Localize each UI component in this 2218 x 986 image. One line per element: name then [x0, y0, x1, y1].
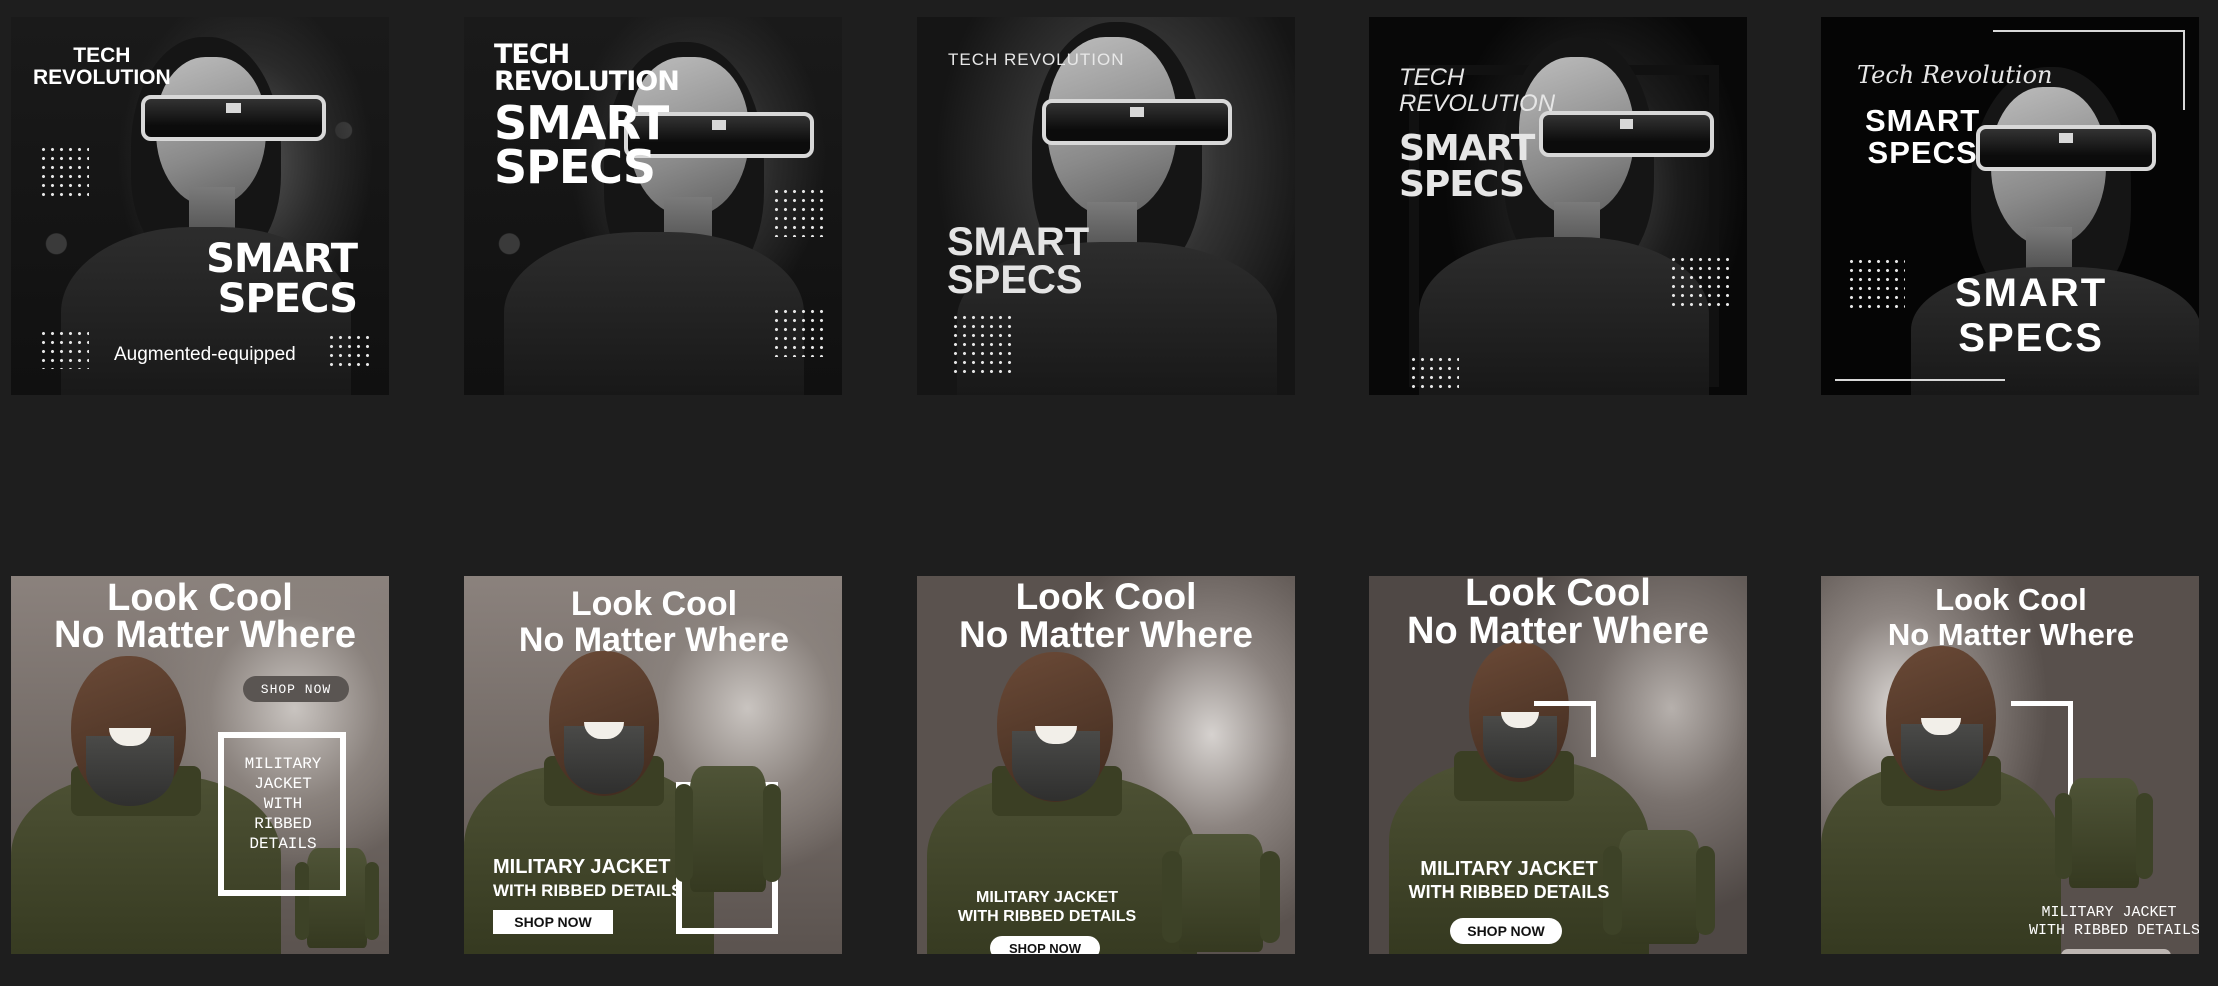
product-line-2: WITH RIBBED DETAILS: [957, 908, 1137, 925]
headline-line-1: SMART: [1865, 103, 1981, 138]
eyebrow-line-1: TECH: [494, 39, 570, 70]
product-word: WITH: [263, 795, 303, 813]
product-word: JACKET: [254, 775, 312, 793]
dot-pattern: [1847, 257, 1905, 311]
eyebrow-line-2: REVOLUTION: [33, 66, 171, 89]
dot-pattern: [1409, 355, 1459, 389]
dot-pattern: [327, 333, 369, 367]
product-line-1: MILITARY JACKET: [1420, 858, 1598, 880]
product-line-2: WITH RIBBED DETAILS: [1408, 882, 1610, 902]
tagline: Augmented-equipped: [114, 344, 296, 365]
product-line-1: MILITARY JACKET: [976, 889, 1118, 906]
dot-pattern: [39, 145, 89, 201]
product-line-1: MILITARY JACKET: [2041, 904, 2177, 921]
shop-now-button[interactable]: SHOP NOW: [243, 676, 349, 702]
eyebrow: TECH REVOLUTION: [494, 39, 680, 97]
product-description: MILITARY JACKET WITH RIBBED DETAILS: [1399, 858, 1619, 904]
headline: Look Cool No Matter Where: [29, 577, 371, 656]
headline: Look Cool No Matter Where: [1385, 576, 1731, 650]
headline-bottom: SMART SPECS: [1955, 271, 2107, 361]
headline-line-2: No Matter Where: [959, 614, 1253, 655]
product-description: MILITARY JACKET WITH RIBBED DETAILS: [2029, 904, 2199, 940]
fashion-card-3[interactable]: Look Cool No Matter Where MILITARY JACKE…: [917, 576, 1295, 954]
shop-now-button[interactable]: SHOP NOW: [1450, 918, 1562, 944]
decorative-line: [1835, 379, 2005, 381]
shop-now-button[interactable]: [2061, 949, 2171, 954]
headline-line-1: SMART: [947, 220, 1090, 264]
dot-pattern: [951, 313, 1013, 373]
headline-line-2: SPECS: [217, 276, 358, 322]
headline-line-2: SPECS: [1958, 316, 2104, 360]
product-line-1: MILITARY JACKET: [493, 856, 671, 878]
dot-pattern: [772, 307, 824, 357]
smart-glasses-icon: [141, 95, 326, 141]
headline-line-1: Look Cool: [1015, 576, 1197, 617]
decorative-frame: [1534, 701, 1596, 757]
headline-line-2: SPECS: [494, 140, 656, 194]
tech-card-1[interactable]: TECH REVOLUTION SMART SPECS Augmented-eq…: [11, 17, 389, 395]
headline-line-1: Look Cool: [107, 577, 293, 619]
product-word: DETAILS: [249, 835, 317, 853]
tech-card-3[interactable]: TECH REVOLUTION SMART SPECS: [917, 17, 1295, 395]
jacket-product-image: [2055, 778, 2153, 888]
smart-glasses-icon: [1042, 99, 1232, 145]
headline-line-1: SMART: [206, 236, 358, 282]
smart-glasses-icon: [1976, 125, 2156, 171]
tech-card-5[interactable]: Tech Revolution SMART SPECS SMART SPECS: [1821, 17, 2199, 395]
fashion-card-2[interactable]: Look Cool No Matter Where MILITARY JACKE…: [464, 576, 842, 954]
headline-line-2: SPECS: [947, 258, 1083, 302]
product-line-2: WITH RIBBED DETAILS: [493, 881, 683, 900]
headline: SMART SPECS: [206, 236, 358, 322]
headline-line-2: SPECS: [1867, 135, 1978, 170]
product-line-2: WITH RIBBED DETAILS: [2029, 922, 2199, 939]
eyebrow-line-1: TECH: [1399, 64, 1465, 91]
eyebrow-line-2: REVOLUTION: [1399, 90, 1556, 117]
headline-line-1: Look Cool: [1935, 582, 2087, 617]
headline: Look Cool No Matter Where: [1861, 582, 2161, 652]
headline-line-2: No Matter Where: [54, 614, 356, 656]
tech-card-2[interactable]: TECH REVOLUTION SMART SPECS: [464, 17, 842, 395]
product-description: MILITARY JACKET WITH RIBBED DETAILS: [493, 856, 683, 902]
headline-line-1: SMART: [494, 96, 669, 150]
jacket-product-image: [1603, 830, 1715, 944]
dot-pattern: [39, 329, 89, 369]
eyebrow: TECH REVOLUTION: [33, 45, 171, 89]
fashion-card-1[interactable]: Look Cool No Matter Where SHOP NOW MILIT…: [11, 576, 389, 954]
headline-line-1: Look Cool: [1465, 576, 1651, 614]
headline: SMART SPECS: [1399, 128, 1535, 205]
dot-pattern: [1669, 255, 1729, 307]
shop-now-button[interactable]: SHOP NOW: [990, 936, 1100, 954]
jacket-product-image: [1162, 834, 1280, 952]
eyebrow: TECH REVOLUTION: [948, 50, 1125, 69]
headline-line-1: SMART: [1955, 271, 2108, 315]
eyebrow: TECH REVOLUTION: [1399, 65, 1555, 117]
eyebrow-line-2: REVOLUTION: [494, 66, 680, 97]
headline-line-2: No Matter Where: [1887, 617, 2135, 652]
headline-line-2: No Matter Where: [518, 621, 790, 659]
product-word: MILITARY: [244, 755, 322, 773]
tech-card-4[interactable]: TECH REVOLUTION SMART SPECS: [1369, 17, 1747, 395]
jacket-product-image: [674, 766, 782, 892]
script-eyebrow: Tech Revolution: [1857, 61, 2053, 89]
shop-now-button[interactable]: SHOP NOW: [493, 910, 613, 934]
headline-line-1: Look Cool: [570, 585, 738, 623]
headline: SMART SPECS: [947, 220, 1090, 302]
smart-glasses-icon: [1539, 111, 1714, 157]
fashion-card-5[interactable]: Look Cool No Matter Where MILITARY JACKE…: [1821, 576, 2199, 954]
headline-line-1: SMART: [1399, 128, 1535, 169]
headline-line-2: SPECS: [1399, 164, 1525, 205]
headline: SMART SPECS: [494, 96, 669, 194]
headline-line-2: No Matter Where: [1407, 610, 1709, 652]
headline: Look Cool No Matter Where: [484, 586, 824, 658]
headline-top: SMART SPECS: [1865, 105, 1980, 169]
eyebrow-line-1: TECH: [73, 44, 131, 67]
dot-pattern: [772, 187, 824, 237]
product-description: MILITARY JACKET WITH RIBBED DETAILS: [937, 888, 1157, 926]
headline: Look Cool No Matter Where: [933, 578, 1279, 654]
fashion-card-4[interactable]: Look Cool No Matter Where MILITARY JACKE…: [1369, 576, 1747, 954]
product-word: RIBBED: [254, 815, 312, 833]
product-description: MILITARY JACKET WITH RIBBED DETAILS: [233, 754, 333, 854]
